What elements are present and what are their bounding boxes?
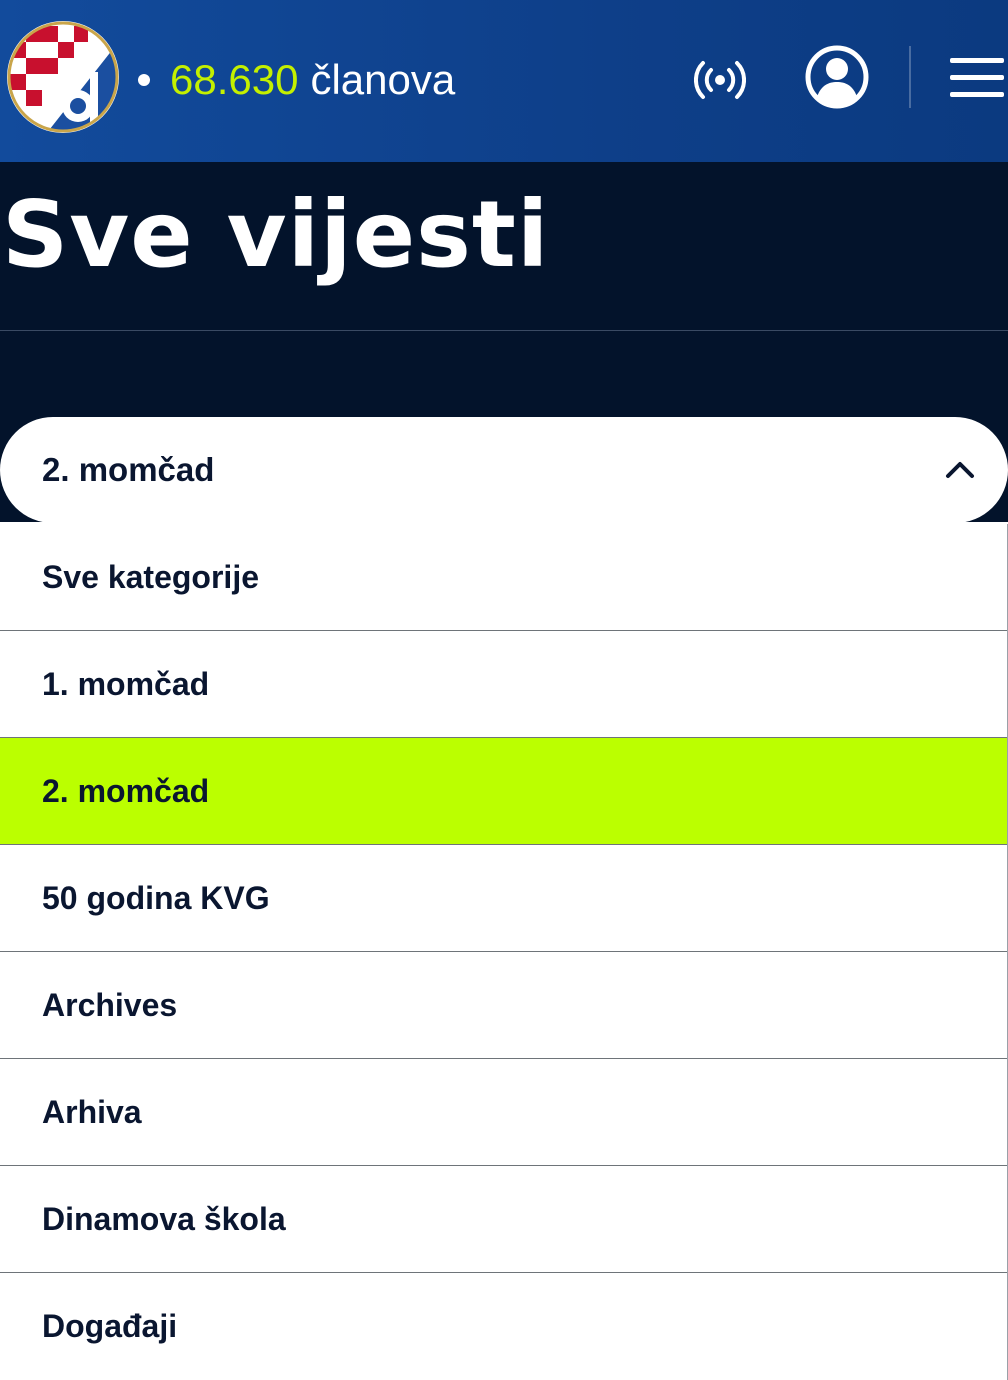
- category-select[interactable]: 2. momčad: [0, 417, 1008, 523]
- page-title: Sve vijesti: [2, 181, 550, 288]
- header-divider: [909, 46, 911, 108]
- member-label: članova: [310, 56, 456, 103]
- category-option[interactable]: 50 godina KVG: [0, 845, 1007, 952]
- category-option[interactable]: Događaji: [0, 1273, 1007, 1380]
- category-option[interactable]: Archives: [0, 952, 1007, 1059]
- chevron-up-icon[interactable]: [944, 454, 976, 486]
- site-header: 68.630 članova: [0, 0, 1008, 162]
- bullet-dot: [138, 74, 150, 86]
- hamburger-menu-icon[interactable]: [950, 54, 1004, 102]
- category-option-selected[interactable]: 2. momčad: [0, 738, 1007, 845]
- live-broadcast-icon[interactable]: [694, 58, 746, 102]
- category-option[interactable]: Sve kategorije: [0, 524, 1007, 631]
- title-divider: [0, 330, 1008, 331]
- category-option[interactable]: Dinamova škola: [0, 1166, 1007, 1273]
- member-counter: 68.630 članova: [138, 50, 455, 110]
- category-option[interactable]: Arhiva: [0, 1059, 1007, 1166]
- member-count: 68.630: [170, 56, 299, 103]
- category-dropdown-list: Sve kategorije 1. momčad 2. momčad 50 go…: [0, 524, 1008, 1380]
- category-option[interactable]: 1. momčad: [0, 631, 1007, 738]
- club-logo-icon[interactable]: [6, 20, 120, 134]
- user-account-icon[interactable]: [804, 44, 870, 110]
- category-select-value: 2. momčad: [42, 451, 215, 488]
